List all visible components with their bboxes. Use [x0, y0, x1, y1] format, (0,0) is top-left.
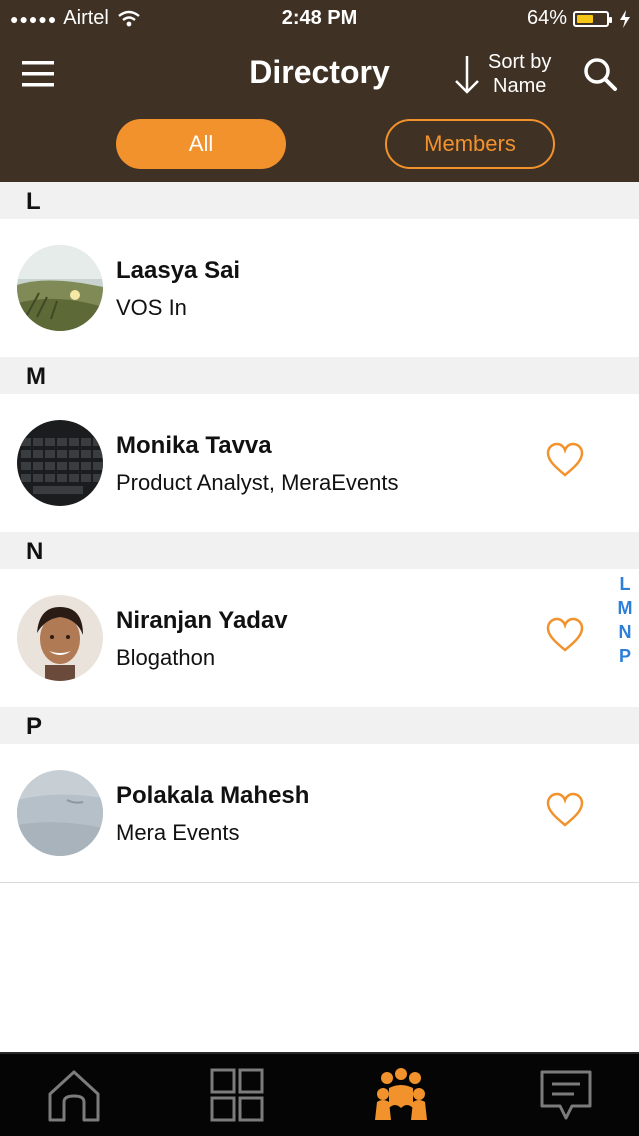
- avatar-photo: [17, 245, 103, 331]
- battery-icon: [573, 10, 612, 27]
- contact-subtitle: Mera Events: [116, 820, 240, 845]
- avatar-photo: [17, 770, 103, 856]
- charging-icon: [620, 9, 630, 28]
- filter-all-button[interactable]: All: [116, 119, 286, 169]
- avatar-photo: [17, 420, 103, 506]
- sort-label: Sort by Name: [488, 50, 551, 98]
- list-item[interactable]: Polakala Mahesh Mera Events: [0, 744, 639, 882]
- heart-icon[interactable]: [546, 442, 584, 478]
- section-index[interactable]: L M N P: [612, 572, 638, 668]
- index-letter-m[interactable]: M: [612, 596, 638, 620]
- header: ●●●●● Airtel 2:48 PM 64% Directory Sort …: [0, 0, 639, 182]
- avatar: [17, 420, 103, 506]
- grid-icon[interactable]: [207, 1068, 267, 1124]
- contact-name: Laasya Sai: [116, 257, 241, 284]
- arrow-down-icon: [455, 56, 479, 94]
- avatar: [17, 595, 103, 681]
- contact-name: Niranjan Yadav: [116, 607, 288, 634]
- people-icon[interactable]: [371, 1068, 431, 1124]
- section-header-m: M: [0, 357, 639, 394]
- avatar: [17, 770, 103, 856]
- section-header-p: P: [0, 707, 639, 744]
- list-item[interactable]: Laasya Sai VOS In: [0, 219, 639, 357]
- section-header-l: L: [0, 182, 639, 219]
- status-right: 64%: [527, 7, 631, 30]
- filter-members-button[interactable]: Members: [385, 119, 555, 169]
- avatar: [17, 245, 103, 331]
- contact-subtitle: Blogathon: [116, 645, 216, 670]
- heart-icon[interactable]: [546, 617, 584, 653]
- contact-name: Polakala Mahesh: [116, 782, 310, 809]
- directory-list: L Laasya Sai VOS In M Monika Tavva Produ…: [0, 182, 639, 883]
- list-item[interactable]: Niranjan Yadav Blogathon: [0, 569, 639, 707]
- section-header-n: N: [0, 532, 639, 569]
- sort-label-line1: Sort by: [488, 51, 552, 73]
- avatar-photo: [17, 595, 103, 681]
- index-letter-n[interactable]: N: [612, 620, 638, 644]
- index-letter-l[interactable]: L: [612, 572, 638, 596]
- contact-name: Monika Tavva: [116, 432, 272, 459]
- chat-icon[interactable]: [536, 1068, 596, 1124]
- sort-button[interactable]: Sort by Name: [452, 50, 551, 98]
- search-icon[interactable]: [582, 56, 618, 92]
- contact-subtitle: Product Analyst, MeraEvents: [116, 470, 399, 495]
- status-bar: ●●●●● Airtel 2:48 PM 64%: [0, 0, 639, 36]
- list-divider: [0, 882, 639, 883]
- contact-subtitle: VOS In: [116, 295, 187, 320]
- heart-icon[interactable]: [546, 792, 584, 828]
- nav-bar: Directory Sort by Name: [0, 40, 639, 110]
- sort-label-line2: Name: [493, 75, 547, 97]
- index-letter-p[interactable]: P: [612, 644, 638, 668]
- list-item[interactable]: Monika Tavva Product Analyst, MeraEvents: [0, 394, 639, 532]
- battery-percent: 64%: [526, 7, 567, 29]
- tab-bar: [0, 1052, 639, 1136]
- home-icon[interactable]: [44, 1068, 104, 1124]
